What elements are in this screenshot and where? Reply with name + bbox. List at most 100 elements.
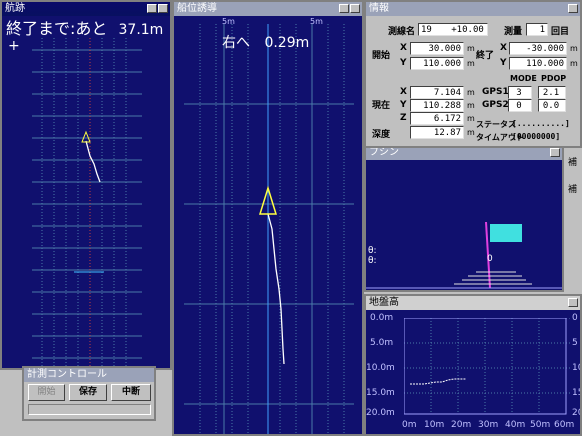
remaining-distance: 終了まで:あと 37.1m (6, 15, 163, 39)
x-tick-5: 50m (530, 420, 551, 430)
current-z-unit: m (467, 114, 475, 123)
status-label: ステータス (476, 120, 516, 129)
line-name-field[interactable]: 19 +10.00 (418, 23, 488, 36)
start-label: 開始 (372, 51, 391, 61)
attitude-window-titlebar[interactable]: フシン (366, 146, 562, 160)
route-plot (32, 38, 142, 368)
gps2-label: GPS2 (482, 100, 509, 110)
line-offset-value: +10.00 (451, 25, 484, 35)
depth-field[interactable]: 12.87 (410, 126, 464, 139)
attitude-zero: 0 (487, 254, 493, 264)
y-tick-4: 20.0m (366, 408, 395, 418)
direction-value: 0.29m (264, 35, 310, 51)
gps2-pdop-field[interactable]: 0.0 (538, 99, 566, 112)
x-tick-3: 30m (478, 420, 499, 430)
gps1-label: GPS1 (482, 87, 509, 97)
minimize-button[interactable] (147, 4, 157, 13)
x-tick-0: 0m (402, 420, 417, 430)
ground-plot (404, 318, 570, 415)
save-button[interactable]: 保存 (69, 384, 107, 401)
pdop-header: PDOP (541, 74, 567, 83)
timeout-value: [00000000] (512, 132, 561, 141)
y-tick-1: 5.0m (370, 338, 394, 348)
depth-unit: m (467, 128, 475, 137)
mode-header: MODE (510, 74, 537, 83)
end-y-unit: m (570, 59, 578, 68)
gps2-mode-field[interactable]: 0 (508, 99, 532, 112)
start-x-field[interactable]: 30.000 (410, 42, 464, 55)
current-label: 現在 (372, 101, 391, 111)
current-y-unit: m (467, 101, 475, 110)
direction-label: 右へ (222, 35, 250, 51)
current-z-label: Z (400, 113, 407, 123)
minimize-button[interactable] (550, 148, 560, 157)
route-window: 航跡 + 終了まで:あと 37.1m (0, 0, 172, 370)
depth-label: 深度 (372, 130, 391, 140)
minimize-button[interactable] (568, 4, 578, 13)
control-window-titlebar[interactable]: 計測コントロール (24, 368, 154, 382)
minimize-button[interactable] (339, 4, 349, 13)
control-window: 計測コントロール 開始 保存 中断 (22, 366, 156, 421)
y-tick-right-2: 10 (572, 363, 580, 373)
survey-count-unit: 回目 (551, 27, 570, 37)
end-x-label: X (500, 43, 507, 53)
end-y-label: Y (500, 58, 507, 68)
ground-window-title: 地盤高 (369, 297, 399, 308)
start-button[interactable]: 開始 (28, 384, 65, 401)
start-y-unit: m (467, 59, 475, 68)
x-tick-1: 10m (424, 420, 445, 430)
info-window: 情報 測線名 19 +10.00 測量 1 回目 開始 X 30.000 m Y… (364, 0, 582, 148)
gps1-pdop-field[interactable]: 2.1 (538, 86, 566, 99)
start-x-label: X (400, 43, 407, 53)
remaining-value: 37.1m (118, 22, 164, 38)
route-compass-icon: + (8, 38, 20, 54)
y-tick-right-0: 0 (572, 313, 578, 323)
side-label-1: 補 (568, 158, 578, 168)
end-y-field[interactable]: 110.000 (509, 57, 567, 70)
x-tick-2: 20m (451, 420, 472, 430)
info-window-title: 情報 (369, 3, 389, 14)
y-tick-0: 0.0m (370, 313, 394, 323)
guidance-window-title: 船位誘導 (177, 3, 217, 14)
control-window-title: 計測コントロール (27, 369, 107, 380)
ground-window: 地盤高 0.0m 5.0m 10.0m 15.0m 20.0m 0 5 10 1… (364, 294, 582, 436)
maximize-button[interactable] (158, 4, 168, 13)
route-window-title: 航跡 (5, 3, 25, 14)
maximize-button[interactable] (350, 4, 360, 13)
stop-button[interactable]: 中断 (111, 384, 151, 401)
current-x-field[interactable]: 7.104 (410, 86, 464, 99)
current-x-unit: m (467, 88, 475, 97)
start-x-unit: m (467, 44, 475, 53)
start-y-label: Y (400, 58, 407, 68)
side-label-2: 補 (568, 185, 578, 195)
end-x-field[interactable]: -30.000 (509, 42, 567, 55)
remaining-label: 終了まで:あと (6, 19, 108, 38)
direction-instruction: 右へ 0.29m (222, 32, 309, 52)
y-tick-right-4: 20 (572, 408, 580, 418)
y-tick-3: 15.0m (366, 388, 395, 398)
y-tick-2: 10.0m (366, 363, 395, 373)
y-tick-right-3: 15 (572, 388, 580, 398)
current-z-field[interactable]: 6.172 (410, 112, 464, 125)
survey-count-field[interactable]: 1 (526, 23, 548, 36)
line-name-label: 測線名 (388, 27, 416, 37)
guidance-window-titlebar[interactable]: 船位誘導 (174, 2, 362, 16)
scale-left: 5m (222, 17, 235, 26)
status-value: [..........] (512, 119, 570, 128)
end-label: 終了 (476, 51, 495, 61)
current-y-label: Y (400, 100, 407, 110)
route-window-titlebar[interactable]: 航跡 (2, 2, 170, 16)
minimize-button[interactable] (568, 298, 578, 307)
x-tick-6: 60m (554, 420, 575, 430)
survey-label: 測量 (504, 27, 523, 37)
start-y-field[interactable]: 110.000 (410, 57, 464, 70)
guidance-plot (184, 24, 354, 434)
info-window-titlebar[interactable]: 情報 (366, 2, 580, 16)
gps1-mode-field[interactable]: 3 (508, 86, 532, 99)
theta-label-2: θ: (368, 256, 377, 266)
current-x-label: X (400, 87, 407, 97)
current-y-field[interactable]: 110.288 (410, 99, 464, 112)
ground-window-titlebar[interactable]: 地盤高 (366, 296, 580, 310)
end-x-unit: m (570, 44, 578, 53)
attitude-plot (366, 221, 562, 289)
